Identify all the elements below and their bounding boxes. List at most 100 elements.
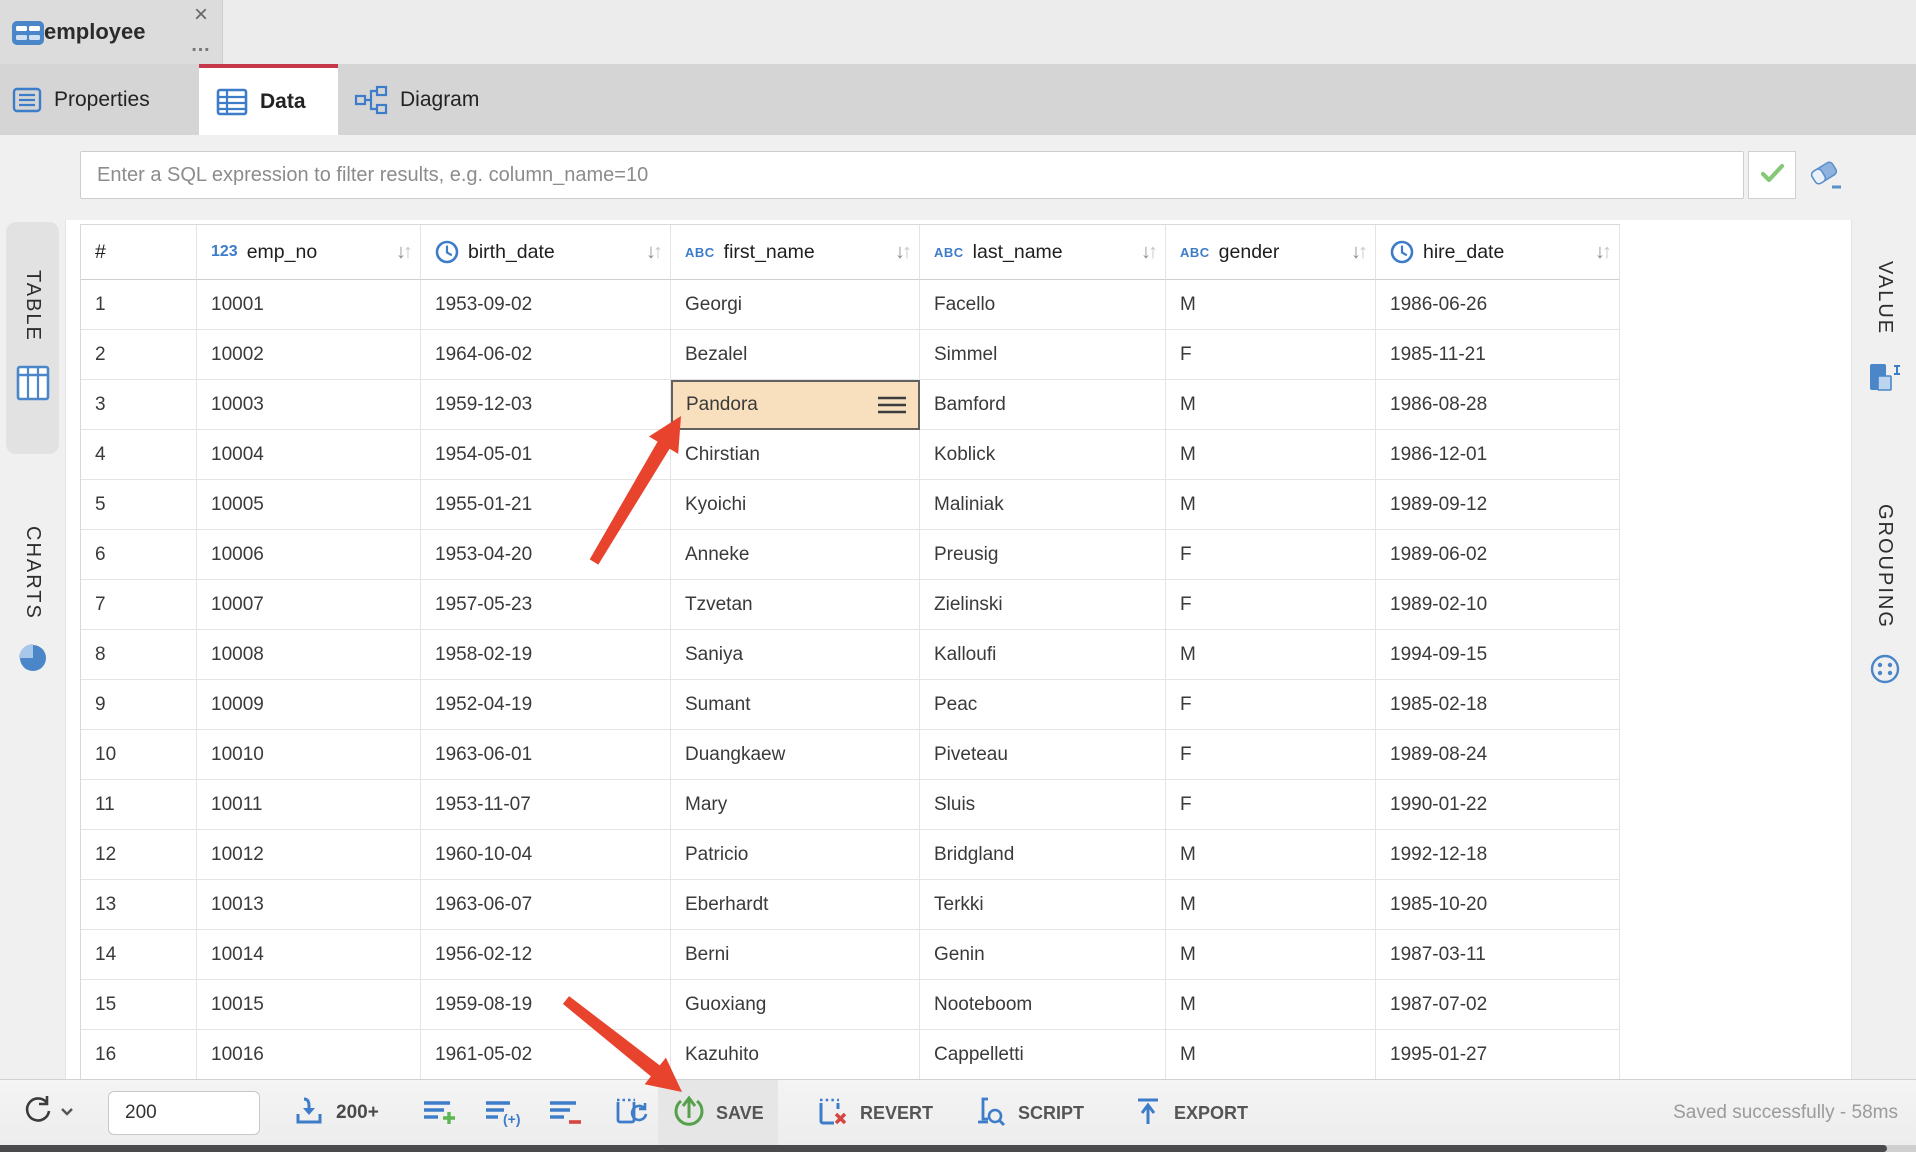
data-cell[interactable]: 10012	[197, 830, 421, 880]
sort-icon[interactable]: ↓↑	[388, 242, 410, 262]
data-cell[interactable]: 10001	[197, 280, 421, 330]
close-icon[interactable]: ×	[188, 2, 214, 28]
data-cell[interactable]: Saniya	[671, 630, 920, 680]
data-cell[interactable]: 1990-01-22	[1376, 780, 1620, 830]
column-header-birth_date[interactable]: birth_date↓↑	[421, 225, 671, 280]
apply-filter-button[interactable]	[1748, 151, 1796, 199]
data-cell[interactable]: Bamford	[920, 380, 1166, 430]
tab-overflow-icon[interactable]: …	[188, 34, 214, 56]
data-cell[interactable]: 10002	[197, 330, 421, 380]
add-row-button[interactable]	[420, 1080, 458, 1146]
data-cell[interactable]: 1954-05-01	[421, 430, 671, 480]
tab-employee[interactable]: employee × …	[0, 0, 223, 64]
data-cell[interactable]: Berni	[671, 930, 920, 980]
data-cell[interactable]: 10005	[197, 480, 421, 530]
panel-tab-grouping[interactable]: GROUPING	[1858, 470, 1911, 724]
sort-icon[interactable]: ↓↑	[1343, 242, 1365, 262]
data-cell[interactable]: Duangkaew	[671, 730, 920, 780]
data-cell[interactable]: 1953-04-20	[421, 530, 671, 580]
data-cell[interactable]: Bezalel	[671, 330, 920, 380]
data-cell[interactable]: Facello	[920, 280, 1166, 330]
data-cell[interactable]: 1989-09-12	[1376, 480, 1620, 530]
sort-icon[interactable]: ↓↑	[1587, 242, 1609, 262]
data-cell[interactable]: 1985-10-20	[1376, 880, 1620, 930]
data-cell[interactable]: Simmel	[920, 330, 1166, 380]
data-cell[interactable]: M	[1166, 630, 1376, 680]
scrollbar-thumb[interactable]	[0, 1145, 1887, 1152]
duplicate-row-button[interactable]: (+)	[482, 1080, 522, 1146]
data-cell[interactable]: Chirstian	[671, 430, 920, 480]
data-cell[interactable]: 1989-06-02	[1376, 530, 1620, 580]
data-cell[interactable]: M	[1166, 280, 1376, 330]
data-cell[interactable]: 10009	[197, 680, 421, 730]
data-cell[interactable]: Peac	[920, 680, 1166, 730]
data-cell[interactable]: 10006	[197, 530, 421, 580]
data-cell[interactable]: F	[1166, 680, 1376, 730]
data-cell[interactable]: F	[1166, 580, 1376, 630]
data-cell[interactable]: 10015	[197, 980, 421, 1030]
clear-filter-button[interactable]	[1806, 157, 1846, 197]
data-cell[interactable]: M	[1166, 930, 1376, 980]
cell-menu-icon[interactable]	[876, 395, 908, 415]
data-cell[interactable]: Maliniak	[920, 480, 1166, 530]
data-cell[interactable]: 1985-11-21	[1376, 330, 1620, 380]
data-cell[interactable]: 1953-11-07	[421, 780, 671, 830]
data-cell[interactable]: 1961-05-02	[421, 1030, 671, 1080]
data-cell[interactable]: 10007	[197, 580, 421, 630]
fetch-size-input[interactable]	[108, 1091, 260, 1135]
data-cell[interactable]: Preusig	[920, 530, 1166, 580]
data-cell[interactable]: 10016	[197, 1030, 421, 1080]
data-cell[interactable]: 1959-12-03	[421, 380, 671, 430]
data-cell[interactable]: Bridgland	[920, 830, 1166, 880]
data-cell[interactable]: 10011	[197, 780, 421, 830]
refresh-cell-button[interactable]	[612, 1080, 650, 1146]
data-cell[interactable]: M	[1166, 1030, 1376, 1080]
data-cell[interactable]: Piveteau	[920, 730, 1166, 780]
column-header-hire_date[interactable]: hire_date↓↑	[1376, 225, 1620, 280]
panel-tab-charts[interactable]: CHARTS	[6, 488, 59, 716]
data-cell[interactable]: M	[1166, 430, 1376, 480]
data-cell[interactable]: 10004	[197, 430, 421, 480]
data-cell[interactable]: Mary	[671, 780, 920, 830]
delete-row-button[interactable]	[546, 1080, 584, 1146]
data-cell[interactable]: Zielinski	[920, 580, 1166, 630]
data-cell[interactable]: 1987-07-02	[1376, 980, 1620, 1030]
data-cell[interactable]: Cappelletti	[920, 1030, 1166, 1080]
data-cell[interactable]: Guoxiang	[671, 980, 920, 1030]
column-header-emp_no[interactable]: 123emp_no↓↑	[197, 225, 421, 280]
data-cell[interactable]: 10010	[197, 730, 421, 780]
data-cell[interactable]: 10014	[197, 930, 421, 980]
column-header-last_name[interactable]: ABClast_name↓↑	[920, 225, 1166, 280]
data-cell[interactable]: F	[1166, 730, 1376, 780]
data-cell[interactable]: 1955-01-21	[421, 480, 671, 530]
data-cell[interactable]: 1952-04-19	[421, 680, 671, 730]
panel-tab-table[interactable]: TABLE	[6, 222, 59, 454]
data-cell[interactable]: 1989-08-24	[1376, 730, 1620, 780]
data-cell[interactable]: Georgi	[671, 280, 920, 330]
data-cell[interactable]: Eberhardt	[671, 880, 920, 930]
horizontal-scrollbar[interactable]	[0, 1145, 1916, 1152]
data-cell[interactable]: Genin	[920, 930, 1166, 980]
data-cell[interactable]: Anneke	[671, 530, 920, 580]
data-cell[interactable]: Nooteboom	[920, 980, 1166, 1030]
data-cell[interactable]: F	[1166, 330, 1376, 380]
tab-diagram[interactable]: Diagram	[338, 64, 520, 135]
sort-icon[interactable]: ↓↑	[1133, 242, 1155, 262]
data-cell[interactable]: F	[1166, 780, 1376, 830]
sort-icon[interactable]: ↓↑	[638, 242, 660, 262]
data-cell[interactable]: 10008	[197, 630, 421, 680]
data-cell[interactable]: 1992-12-18	[1376, 830, 1620, 880]
data-cell[interactable]: 1960-10-04	[421, 830, 671, 880]
data-cell[interactable]: Kazuhito	[671, 1030, 920, 1080]
data-cell[interactable]: 1994-09-15	[1376, 630, 1620, 680]
data-cell[interactable]: F	[1166, 530, 1376, 580]
column-header-first_name[interactable]: ABCfirst_name↓↑	[671, 225, 920, 280]
revert-button[interactable]: REVERT	[800, 1080, 947, 1146]
data-cell[interactable]: M	[1166, 480, 1376, 530]
data-cell[interactable]: Kyoichi	[671, 480, 920, 530]
fetch-more-button[interactable]: 200+	[292, 1080, 379, 1146]
data-cell[interactable]: M	[1166, 380, 1376, 430]
data-cell[interactable]: 1986-12-01	[1376, 430, 1620, 480]
sort-icon[interactable]: ↓↑	[887, 242, 909, 262]
data-cell[interactable]: 1956-02-12	[421, 930, 671, 980]
